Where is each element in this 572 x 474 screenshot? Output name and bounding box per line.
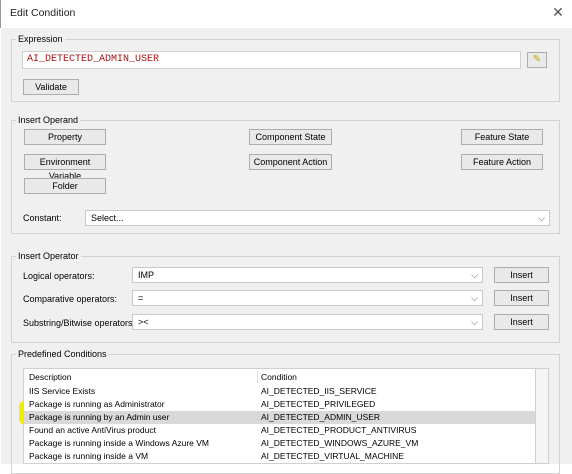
logical-operators-label: Logical operators: <box>23 271 95 281</box>
component-state-button[interactable]: Component State <box>249 129 332 145</box>
validate-button[interactable]: Validate <box>23 79 79 95</box>
substring-bitwise-operators-value: >< <box>138 317 149 327</box>
chevron-down-icon: ⌵ <box>538 213 545 223</box>
comparative-operators-value: = <box>138 293 144 303</box>
condition-name: AI_DETECTED_WINDOWS_AZURE_VM <box>261 438 419 448</box>
environment-variable-button[interactable]: Environment Variable <box>24 154 106 181</box>
list-item[interactable]: Package is running as Administrator AI_D… <box>24 398 535 411</box>
comparative-operators-dropdown[interactable]: = ⌵ <box>132 290 483 306</box>
condition-name: AI_DETECTED_ADMIN_USER <box>261 412 381 422</box>
description-column-header[interactable]: Description <box>29 369 72 385</box>
title-bar: Edit Condition ✕ <box>0 0 572 28</box>
expression-group-label: Expression <box>16 34 65 44</box>
column-separator[interactable] <box>257 371 258 383</box>
feature-state-button[interactable]: Feature State <box>461 129 543 145</box>
condition-description: Found an active AntiVirus product <box>29 425 156 435</box>
constant-value: Select... <box>91 213 124 223</box>
condition-name: AI_DETECTED_IIS_SERVICE <box>261 386 377 396</box>
expression-input[interactable]: AI_DETECTED_ADMIN_USER <box>22 51 521 69</box>
list-item[interactable]: Found an active AntiVirus product AI_DET… <box>24 424 535 437</box>
logical-operators-dropdown[interactable]: IMP ⌵ <box>132 267 483 283</box>
condition-name: AI_DETECTED_VIRTUAL_MACHINE <box>261 451 404 461</box>
constant-dropdown[interactable]: Select... ⌵ <box>85 210 550 226</box>
feature-action-button[interactable]: Feature Action <box>461 154 543 170</box>
list-scrollbar[interactable] <box>536 368 549 464</box>
condition-name: AI_DETECTED_PRODUCT_ANTIVIRUS <box>261 425 417 435</box>
list-item[interactable]: Package is running inside a Windows Azur… <box>24 437 535 450</box>
folder-button[interactable]: Folder <box>24 178 106 194</box>
substring-bitwise-operators-dropdown[interactable]: >< ⌵ <box>132 314 483 330</box>
insert-substring-bitwise-button[interactable]: Insert <box>494 314 549 330</box>
condition-description: Package is running by an Admin user <box>29 412 170 422</box>
condition-column-header[interactable]: Condition <box>261 369 297 385</box>
substring-bitwise-operators-label: Substring/Bitwise operators: <box>23 318 136 328</box>
list-header: Description Condition <box>24 369 535 385</box>
expression-group <box>11 39 560 102</box>
logical-operators-value: IMP <box>138 270 155 280</box>
predefined-conditions-list[interactable]: Description Condition IIS Service Exists… <box>23 368 536 464</box>
property-button[interactable]: Property <box>24 129 106 145</box>
window-title: Edit Condition <box>10 7 76 19</box>
constant-label: Constant: <box>23 213 62 223</box>
insert-operand-group-label: Insert Operand <box>16 115 81 125</box>
list-item[interactable]: Package is running inside a VM AI_DETECT… <box>24 450 535 463</box>
comparative-operators-label: Comparative operators: <box>23 294 118 304</box>
insert-comparative-button[interactable]: Insert <box>494 290 549 306</box>
condition-description: Package is running inside a Windows Azur… <box>29 438 210 448</box>
chevron-down-icon: ⌵ <box>471 317 478 327</box>
insert-logical-button[interactable]: Insert <box>494 267 549 283</box>
insert-operator-group-label: Insert Operator <box>16 251 81 261</box>
list-item[interactable]: IIS Service Exists AI_DETECTED_IIS_SERVI… <box>24 385 535 398</box>
condition-description: Package is running as Administrator <box>29 399 165 409</box>
chevron-down-icon: ⌵ <box>471 293 478 303</box>
list-item-selected[interactable]: Package is running by an Admin user AI_D… <box>24 411 535 424</box>
component-action-button[interactable]: Component Action <box>249 154 332 170</box>
condition-name: AI_DETECTED_PRIVILEGED <box>261 399 376 409</box>
condition-description: IIS Service Exists <box>29 386 96 396</box>
chevron-down-icon: ⌵ <box>471 270 478 280</box>
predefined-conditions-group-label: Predefined Conditions <box>16 349 109 359</box>
magic-wand-icon[interactable]: ✎ <box>527 52 547 68</box>
close-icon[interactable]: ✕ <box>549 3 567 21</box>
condition-description: Package is running inside a VM <box>29 451 149 461</box>
